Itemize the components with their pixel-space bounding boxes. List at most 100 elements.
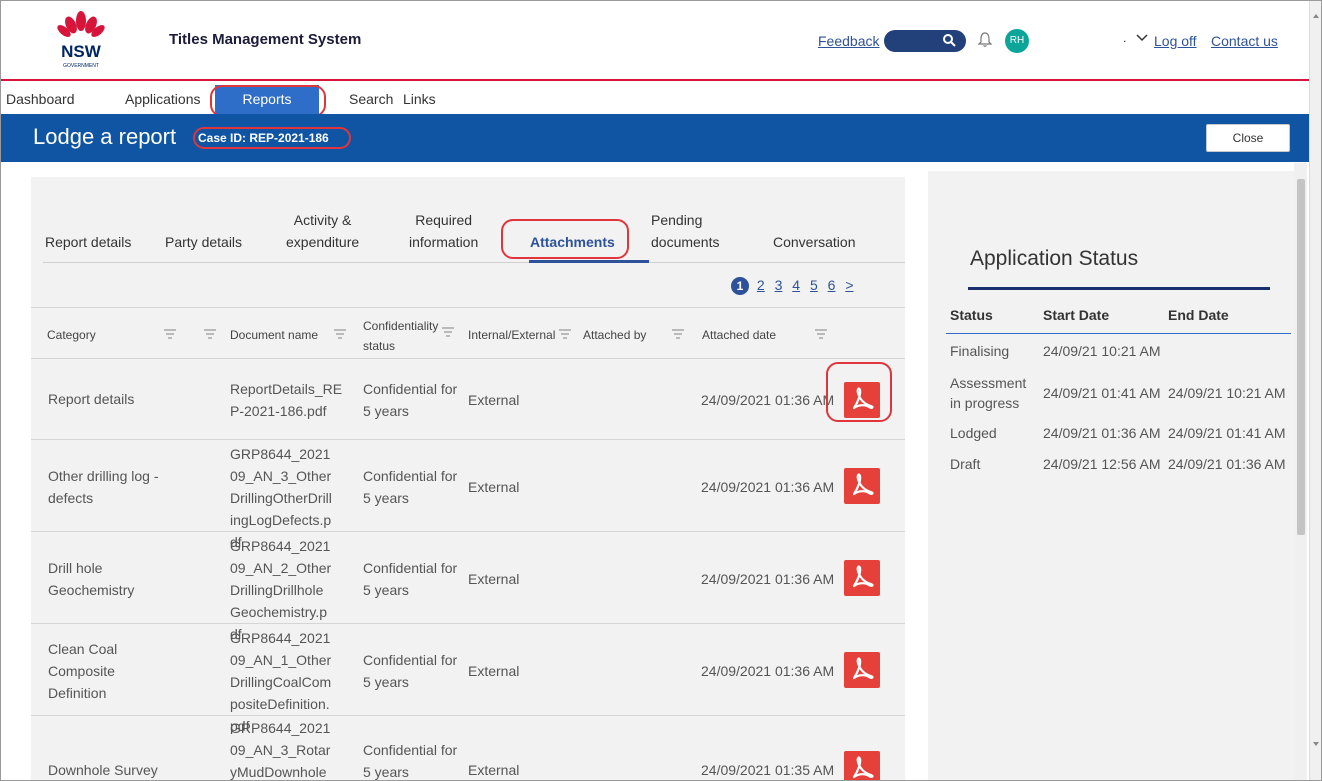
filter-icon[interactable] <box>204 328 216 340</box>
cell-confidentiality: Confidential for 5 years <box>363 468 458 506</box>
nsw-logo[interactable]: NSW GOVERNMENT <box>51 11 111 73</box>
page-link[interactable]: 4 <box>792 277 800 293</box>
status-start: 24/09/21 10:21 AM <box>1043 343 1161 359</box>
page-current[interactable]: 1 <box>731 277 749 295</box>
cell-internal-external: External <box>468 479 520 495</box>
tab-required-information[interactable]: Required information <box>409 209 478 253</box>
highlight-case-id <box>193 127 351 149</box>
tab-party-details[interactable]: Party details <box>165 231 242 253</box>
close-button[interactable]: Close <box>1206 124 1290 152</box>
filter-icon[interactable] <box>442 326 454 338</box>
filter-icon[interactable] <box>559 328 571 340</box>
status-end: 24/09/21 01:36 AM <box>1168 456 1286 472</box>
tab-pending-documents[interactable]: Pending documents <box>651 209 719 253</box>
avatar[interactable]: RH <box>1005 29 1029 53</box>
filter-icon[interactable] <box>334 328 346 340</box>
pagination: 1 2 3 4 5 6 > <box>731 277 860 297</box>
table-row: Downhole Survey GRP8644_202109_AN_3_Rota… <box>31 717 905 780</box>
page-link[interactable]: 5 <box>810 277 818 293</box>
col-status: Status <box>950 307 993 323</box>
cell-attached-date: 24/09/2021 01:36 AM <box>701 479 835 495</box>
header-rule <box>946 333 1291 334</box>
app-title: Titles Management System <box>169 31 362 48</box>
logoff-link[interactable]: Log off <box>1154 33 1197 49</box>
status-start: 24/09/21 01:36 AM <box>1043 425 1161 441</box>
cell-document[interactable]: ReportDetails_REP-2021-186.pdf <box>230 378 348 422</box>
tab-conversation[interactable]: Conversation <box>773 231 856 253</box>
scroll-up-icon[interactable] <box>1310 11 1322 21</box>
header: NSW GOVERNMENT Titles Management System … <box>1 1 1309 81</box>
main-panel: Report details Party details Activity & … <box>31 177 905 780</box>
highlight-attachments-tab <box>501 219 629 259</box>
cell-attached-date: 24/09/2021 01:35 AM <box>701 762 835 778</box>
col-start-date: Start Date <box>1043 307 1110 323</box>
col-document-name: Document name <box>230 328 319 342</box>
cell-category: Report details <box>48 391 135 407</box>
cell-confidentiality: Confidential for 5 years <box>363 652 458 690</box>
cell-attached-date: 24/09/2021 01:36 AM <box>701 571 835 587</box>
status-name: Finalising <box>950 343 1010 359</box>
tab-report-details[interactable]: Report details <box>45 231 131 253</box>
contact-link[interactable]: Contact us <box>1211 33 1278 49</box>
page-link[interactable]: 6 <box>828 277 836 293</box>
nav-item-links[interactable]: Links <box>403 91 436 107</box>
pdf-icon[interactable] <box>844 652 880 688</box>
page-title: Lodge a report <box>33 124 177 149</box>
window-scrollbar[interactable] <box>1309 1 1322 780</box>
cell-confidentiality: Confidential for 5 years <box>363 381 458 419</box>
cell-attached-date: 24/09/2021 01:36 AM <box>701 392 835 408</box>
status-end: 24/09/21 01:41 AM <box>1168 425 1286 441</box>
search-icon <box>943 34 956 47</box>
col-internal-external: Internal/External <box>468 328 556 342</box>
page-next[interactable]: > <box>845 277 853 293</box>
page-link[interactable]: 2 <box>757 277 765 293</box>
status-end: 24/09/21 10:21 AM <box>1168 385 1286 401</box>
status-start: 24/09/21 01:41 AM <box>1043 385 1161 401</box>
status-start: 24/09/21 12:56 AM <box>1043 456 1161 472</box>
highlight-pdf-icon <box>826 362 892 422</box>
filter-icon[interactable] <box>164 328 176 340</box>
status-name: Draft <box>950 456 981 472</box>
main-nav: Dashboard Applications Search Links <box>1 84 1309 114</box>
nav-item-dashboard[interactable]: Dashboard <box>6 91 75 107</box>
status-name: Lodged <box>950 425 997 441</box>
feedback-link[interactable]: Feedback <box>818 33 879 49</box>
table-row: Clean Coal Composite Definition GRP8644_… <box>31 625 905 734</box>
col-category: Category <box>47 328 96 342</box>
chevron-down-icon <box>1136 34 1148 42</box>
search-button[interactable] <box>884 30 966 52</box>
tab-activity-expenditure[interactable]: Activity & expenditure <box>286 209 359 253</box>
col-attached-by: Attached by <box>583 328 647 342</box>
filter-icon[interactable] <box>672 328 684 340</box>
filter-icon[interactable] <box>815 328 827 340</box>
active-tab-indicator <box>529 260 649 263</box>
cell-internal-external: External <box>468 571 520 587</box>
table-row: Report details ReportDetails_REP-2021-18… <box>31 360 905 440</box>
logo-text: NSW <box>61 42 102 61</box>
pdf-icon[interactable] <box>844 468 880 504</box>
cell-internal-external: External <box>468 663 520 679</box>
nav-item-applications[interactable]: Applications <box>125 91 201 107</box>
bell-icon[interactable] <box>978 32 992 48</box>
page-link[interactable]: 3 <box>775 277 783 293</box>
tab-bar: Report details Party details Activity & … <box>43 177 905 263</box>
col-end-date: End Date <box>1168 307 1229 323</box>
table-row: Drill hole Geochemistry GRP8644_202109_A… <box>31 533 905 642</box>
cell-document[interactable]: GRP8644_202109_AN_3_RotaryMudDownholeSur… <box>230 717 333 780</box>
col-attached-date: Attached date <box>702 328 777 342</box>
user-menu[interactable]: . <box>1123 31 1148 45</box>
inner-scrollbar-thumb[interactable] <box>1297 179 1305 535</box>
table-row: Other drilling log - defects GRP8644_202… <box>31 441 905 550</box>
highlight-reports <box>210 85 326 117</box>
cell-internal-external: External <box>468 762 520 778</box>
nav-item-search[interactable]: Search <box>349 91 393 107</box>
pdf-icon[interactable] <box>844 751 880 780</box>
col-confidentiality: Confidentiality status <box>363 319 439 353</box>
cell-category: Clean Coal Composite Definition <box>48 641 118 701</box>
table-header: Category Document name Confidentiality s… <box>31 307 905 359</box>
cell-category: Other drilling log - defects <box>48 468 159 506</box>
pdf-icon[interactable] <box>844 560 880 596</box>
cell-internal-external: External <box>468 392 520 408</box>
cell-category: Drill hole Geochemistry <box>48 560 135 598</box>
scroll-down-icon[interactable] <box>1310 739 1322 749</box>
